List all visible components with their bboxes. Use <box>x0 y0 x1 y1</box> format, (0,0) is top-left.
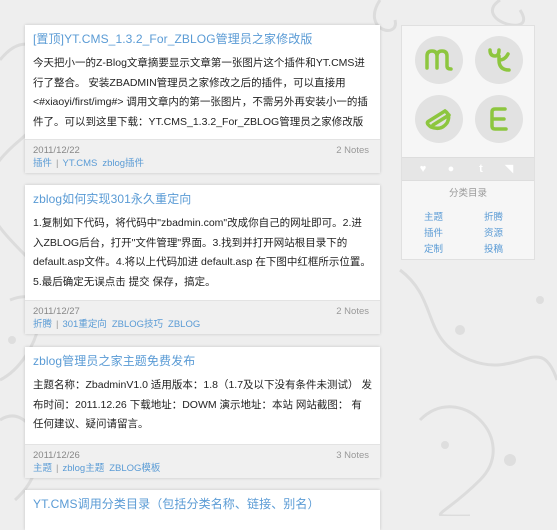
post-excerpt: 1.复制如下代码，将代码中"zbadmin.com"改成你自己的网址即可。2.进… <box>33 217 371 288</box>
rss-icon[interactable]: ◥ <box>502 162 516 176</box>
post-title-link[interactable]: zblog管理员之家主题免费发布 <box>25 347 380 369</box>
post-card: YT.CMS调用分类目录（包括分类名称、链接、别名） <box>25 490 380 530</box>
category-link[interactable]: 折腾 <box>484 209 503 223</box>
post-date: 2011/12/26 <box>33 450 80 461</box>
tag-link[interactable]: 301重定向 <box>62 319 106 330</box>
post-excerpt: 今天把小一的Z-Blog文章摘要显示文章第一张图片这个插件和YT.CMS进行了整… <box>33 57 368 128</box>
category-link[interactable]: 投稿 <box>484 241 503 255</box>
post-card: [置顶]YT.CMS_1.3.2_For_ZBLOG管理员之家修改版 今天把小一… <box>25 25 380 173</box>
post-notes-count[interactable]: 3 Notes <box>336 449 369 462</box>
post-notes-count[interactable]: 2 Notes <box>336 144 369 157</box>
tag-link[interactable]: zblog主题 <box>62 463 104 474</box>
post-category-link[interactable]: 折腾 <box>33 319 52 330</box>
social-links-bar: ♥ ● t ◥ <box>402 157 534 181</box>
meta-separator: | <box>56 463 59 474</box>
post-title-link[interactable]: zblog如何实现301永久重定向 <box>25 185 380 207</box>
post-meta: 2011/12/22 2 Notes 插件 | YT.CMS zblog插件 <box>25 139 380 173</box>
category-link[interactable]: 资源 <box>484 225 503 239</box>
meta-separator: | <box>56 319 59 330</box>
category-link[interactable]: 定制 <box>424 241 443 255</box>
tag-link[interactable]: ZBLOG模板 <box>109 463 160 474</box>
tag-link[interactable]: zblog插件 <box>102 158 144 169</box>
post-excerpt: 主题名称：ZbadminV1.0 适用版本：1.8（1.7及以下没有条件未测试）… <box>33 379 372 430</box>
avatar-e-rotated[interactable] <box>475 36 523 84</box>
tumblr-icon[interactable]: t <box>474 162 488 176</box>
post-date: 2011/12/27 <box>33 306 80 317</box>
letter-e-upright-icon <box>490 107 508 131</box>
chat-icon[interactable]: ● <box>444 162 458 176</box>
meta-separator: | <box>56 158 59 169</box>
avatar-e-upright[interactable] <box>475 95 523 143</box>
post-notes-count[interactable]: 2 Notes <box>336 305 369 318</box>
category-link[interactable]: 主题 <box>424 209 443 223</box>
post-category-link[interactable]: 主题 <box>33 463 52 474</box>
letter-e-tilted-icon <box>425 108 451 131</box>
letter-e-rotated-icon <box>488 48 511 72</box>
avatar-m[interactable] <box>415 36 463 84</box>
post-date: 2011/12/22 <box>33 145 80 156</box>
post-card: zblog管理员之家主题免费发布 主题名称：ZbadminV1.0 适用版本：1… <box>25 347 380 478</box>
tag-link[interactable]: YT.CMS <box>62 158 97 169</box>
post-card: zblog如何实现301永久重定向 1.复制如下代码，将代码中"zbadmin.… <box>25 185 380 334</box>
post-title-link[interactable]: [置顶]YT.CMS_1.3.2_For_ZBLOG管理员之家修改版 <box>25 25 380 47</box>
sidebar-panel: ♥ ● t ◥ 分类目录 主题 折腾 插件 资源 定制 投稿 <box>401 25 535 260</box>
post-tags: 折腾 | 301重定向 ZBLOG技巧 ZBLOG <box>33 318 372 331</box>
tag-link[interactable]: ZBLOG技巧 <box>112 319 163 330</box>
post-meta: 2011/12/26 3 Notes 主题 | zblog主题 ZBLOG模板 <box>25 444 380 478</box>
category-link[interactable]: 插件 <box>424 225 443 239</box>
tag-link[interactable]: ZBLOG <box>168 319 200 330</box>
letter-m-icon <box>425 49 453 71</box>
post-tags: 主题 | zblog主题 ZBLOG模板 <box>33 462 372 475</box>
post-title-link[interactable]: YT.CMS调用分类目录（包括分类名称、链接、别名） <box>25 490 380 512</box>
post-tags: 插件 | YT.CMS zblog插件 <box>33 157 372 170</box>
post-category-link[interactable]: 插件 <box>33 158 52 169</box>
post-meta: 2011/12/27 2 Notes 折腾 | 301重定向 ZBLOG技巧 ZBLOG <box>25 300 380 334</box>
avatar-e-tilted[interactable] <box>415 95 463 143</box>
heart-icon[interactable]: ♥ <box>416 162 430 176</box>
category-heading: 分类目录 <box>448 188 487 199</box>
